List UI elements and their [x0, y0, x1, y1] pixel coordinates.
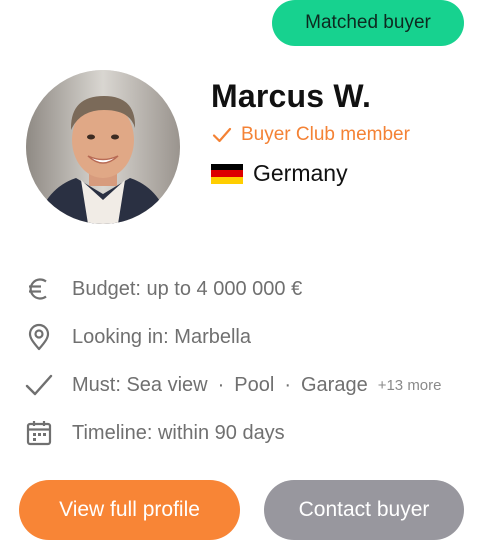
matched-buyer-label: Matched buyer: [305, 12, 431, 33]
must-separator: ·: [217, 373, 225, 396]
timeline-text: Timeline: within 90 days: [72, 421, 285, 444]
view-full-profile-button[interactable]: View full profile: [19, 480, 240, 540]
view-full-profile-label: View full profile: [59, 498, 200, 521]
country-label: Germany: [253, 160, 348, 186]
location-row: Looking in: Marbella: [24, 322, 251, 352]
buyer-club-status: Buyer Club member: [211, 124, 410, 146]
budget-text: Budget: up to 4 000 000 €: [72, 277, 303, 300]
must-separator: ·: [284, 373, 291, 396]
timeline-row: Timeline: within 90 days: [24, 418, 285, 448]
budget-row: Budget: up to 4 000 000 €: [24, 274, 302, 304]
check-icon: [212, 127, 232, 143]
contact-buyer-label: Contact buyer: [298, 498, 430, 521]
must-item-garage: Garage: [300, 373, 368, 396]
avatar-photo: [26, 70, 180, 224]
must-item-pool: Pool: [234, 373, 275, 396]
buyer-country: Germany: [211, 160, 348, 187]
location-pin-icon: [24, 322, 54, 352]
matched-buyer-badge: Matched buyer: [272, 0, 464, 46]
must-prefix: Must:: [72, 373, 127, 396]
check-icon: [24, 370, 54, 400]
location-text: Looking in: Marbella: [72, 325, 251, 348]
contact-buyer-button[interactable]: Contact buyer: [264, 480, 464, 540]
calendar-icon: [24, 418, 54, 448]
buyer-name: Marcus W.: [211, 78, 372, 114]
buyer-club-label: Buyer Club member: [241, 124, 410, 145]
must-have-row: Must: Sea view · Pool · Garage +13 more: [24, 370, 442, 400]
germany-flag-icon: [211, 163, 243, 184]
euro-icon: [24, 274, 54, 304]
must-item-sea-view: Sea view: [126, 373, 208, 396]
more-features-link[interactable]: +13 more: [378, 377, 442, 394]
avatar: [26, 70, 180, 224]
